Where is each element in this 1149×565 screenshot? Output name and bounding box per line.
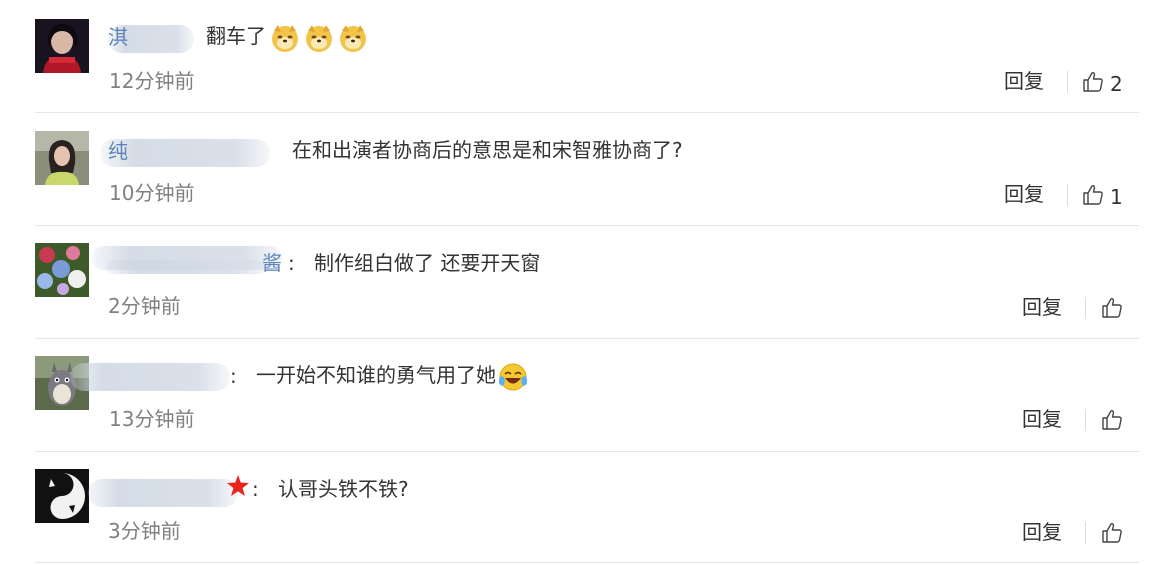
colon-separator: : — [288, 251, 295, 275]
comment-time: 10分钟前 — [109, 181, 195, 205]
comment-text: 认哥头铁不铁? — [278, 477, 409, 501]
username-redacted[interactable] — [70, 363, 230, 391]
comment-item: : 一开始不知谁的勇气用了她 13分钟前 回复 — [0, 339, 1149, 452]
thumbs-up-icon[interactable] — [1082, 71, 1104, 93]
action-divider — [1085, 297, 1086, 319]
username-fragment[interactable]: 纯 — [108, 137, 128, 165]
comment-item: : 认哥头铁不铁? 3分钟前 回复 — [0, 452, 1149, 565]
comment-item: 酱 : 制作组白做了 还要开天窗 2分钟前 回复 — [0, 226, 1149, 339]
comment-time: 3分钟前 — [108, 519, 181, 543]
doge-emoji-icon — [270, 23, 300, 53]
thumbs-up-icon[interactable] — [1082, 184, 1104, 206]
colon-separator: : — [230, 364, 237, 388]
avatar[interactable] — [35, 243, 89, 297]
like-count: 2 — [1110, 72, 1123, 96]
comment-time: 12分钟前 — [109, 69, 195, 93]
comment-text: 制作组白做了 还要开天窗 — [314, 251, 541, 275]
username-suffix[interactable]: 酱 — [262, 249, 282, 277]
username-fragment[interactable]: 淇 — [108, 23, 128, 51]
action-divider — [1085, 522, 1086, 544]
colon-separator: : — [252, 477, 259, 501]
avatar[interactable] — [35, 469, 89, 523]
comment-text: 在和出演者协商后的意思是和宋智雅协商了? — [292, 138, 683, 162]
reply-button[interactable]: 回复 — [1022, 405, 1062, 433]
comment-text: 一开始不知谁的勇气用了她 — [256, 361, 528, 392]
comment-item: 淇 翻车了 12分钟前 回复 2 — [0, 0, 1149, 113]
comment-time: 2分钟前 — [108, 294, 181, 318]
username-redacted[interactable] — [106, 260, 266, 274]
comment-time: 13分钟前 — [109, 407, 195, 431]
reply-button[interactable]: 回复 — [1022, 518, 1062, 546]
reply-button[interactable]: 回复 — [1004, 67, 1044, 95]
like-count: 1 — [1110, 185, 1123, 209]
comment-divider — [35, 562, 1139, 563]
thumbs-up-icon[interactable] — [1101, 297, 1123, 319]
doge-emoji-icon — [338, 23, 368, 53]
reply-button[interactable]: 回复 — [1022, 293, 1062, 321]
red-star-badge-icon — [226, 474, 250, 498]
comment-item: 纯 在和出演者协商后的意思是和宋智雅协商了? 10分钟前 回复 1 — [0, 113, 1149, 226]
reply-button[interactable]: 回复 — [1004, 180, 1044, 208]
thumbs-up-icon[interactable] — [1101, 522, 1123, 544]
action-divider — [1085, 409, 1086, 431]
laugh-cry-emoji-icon — [498, 362, 528, 392]
comment-text: 翻车了 — [206, 22, 368, 53]
action-divider — [1067, 71, 1068, 93]
avatar[interactable] — [35, 19, 89, 73]
doge-emoji-icon — [304, 23, 334, 53]
action-divider — [1067, 184, 1068, 206]
avatar[interactable] — [35, 131, 89, 185]
username-redacted[interactable] — [88, 479, 238, 507]
thumbs-up-icon[interactable] — [1101, 409, 1123, 431]
